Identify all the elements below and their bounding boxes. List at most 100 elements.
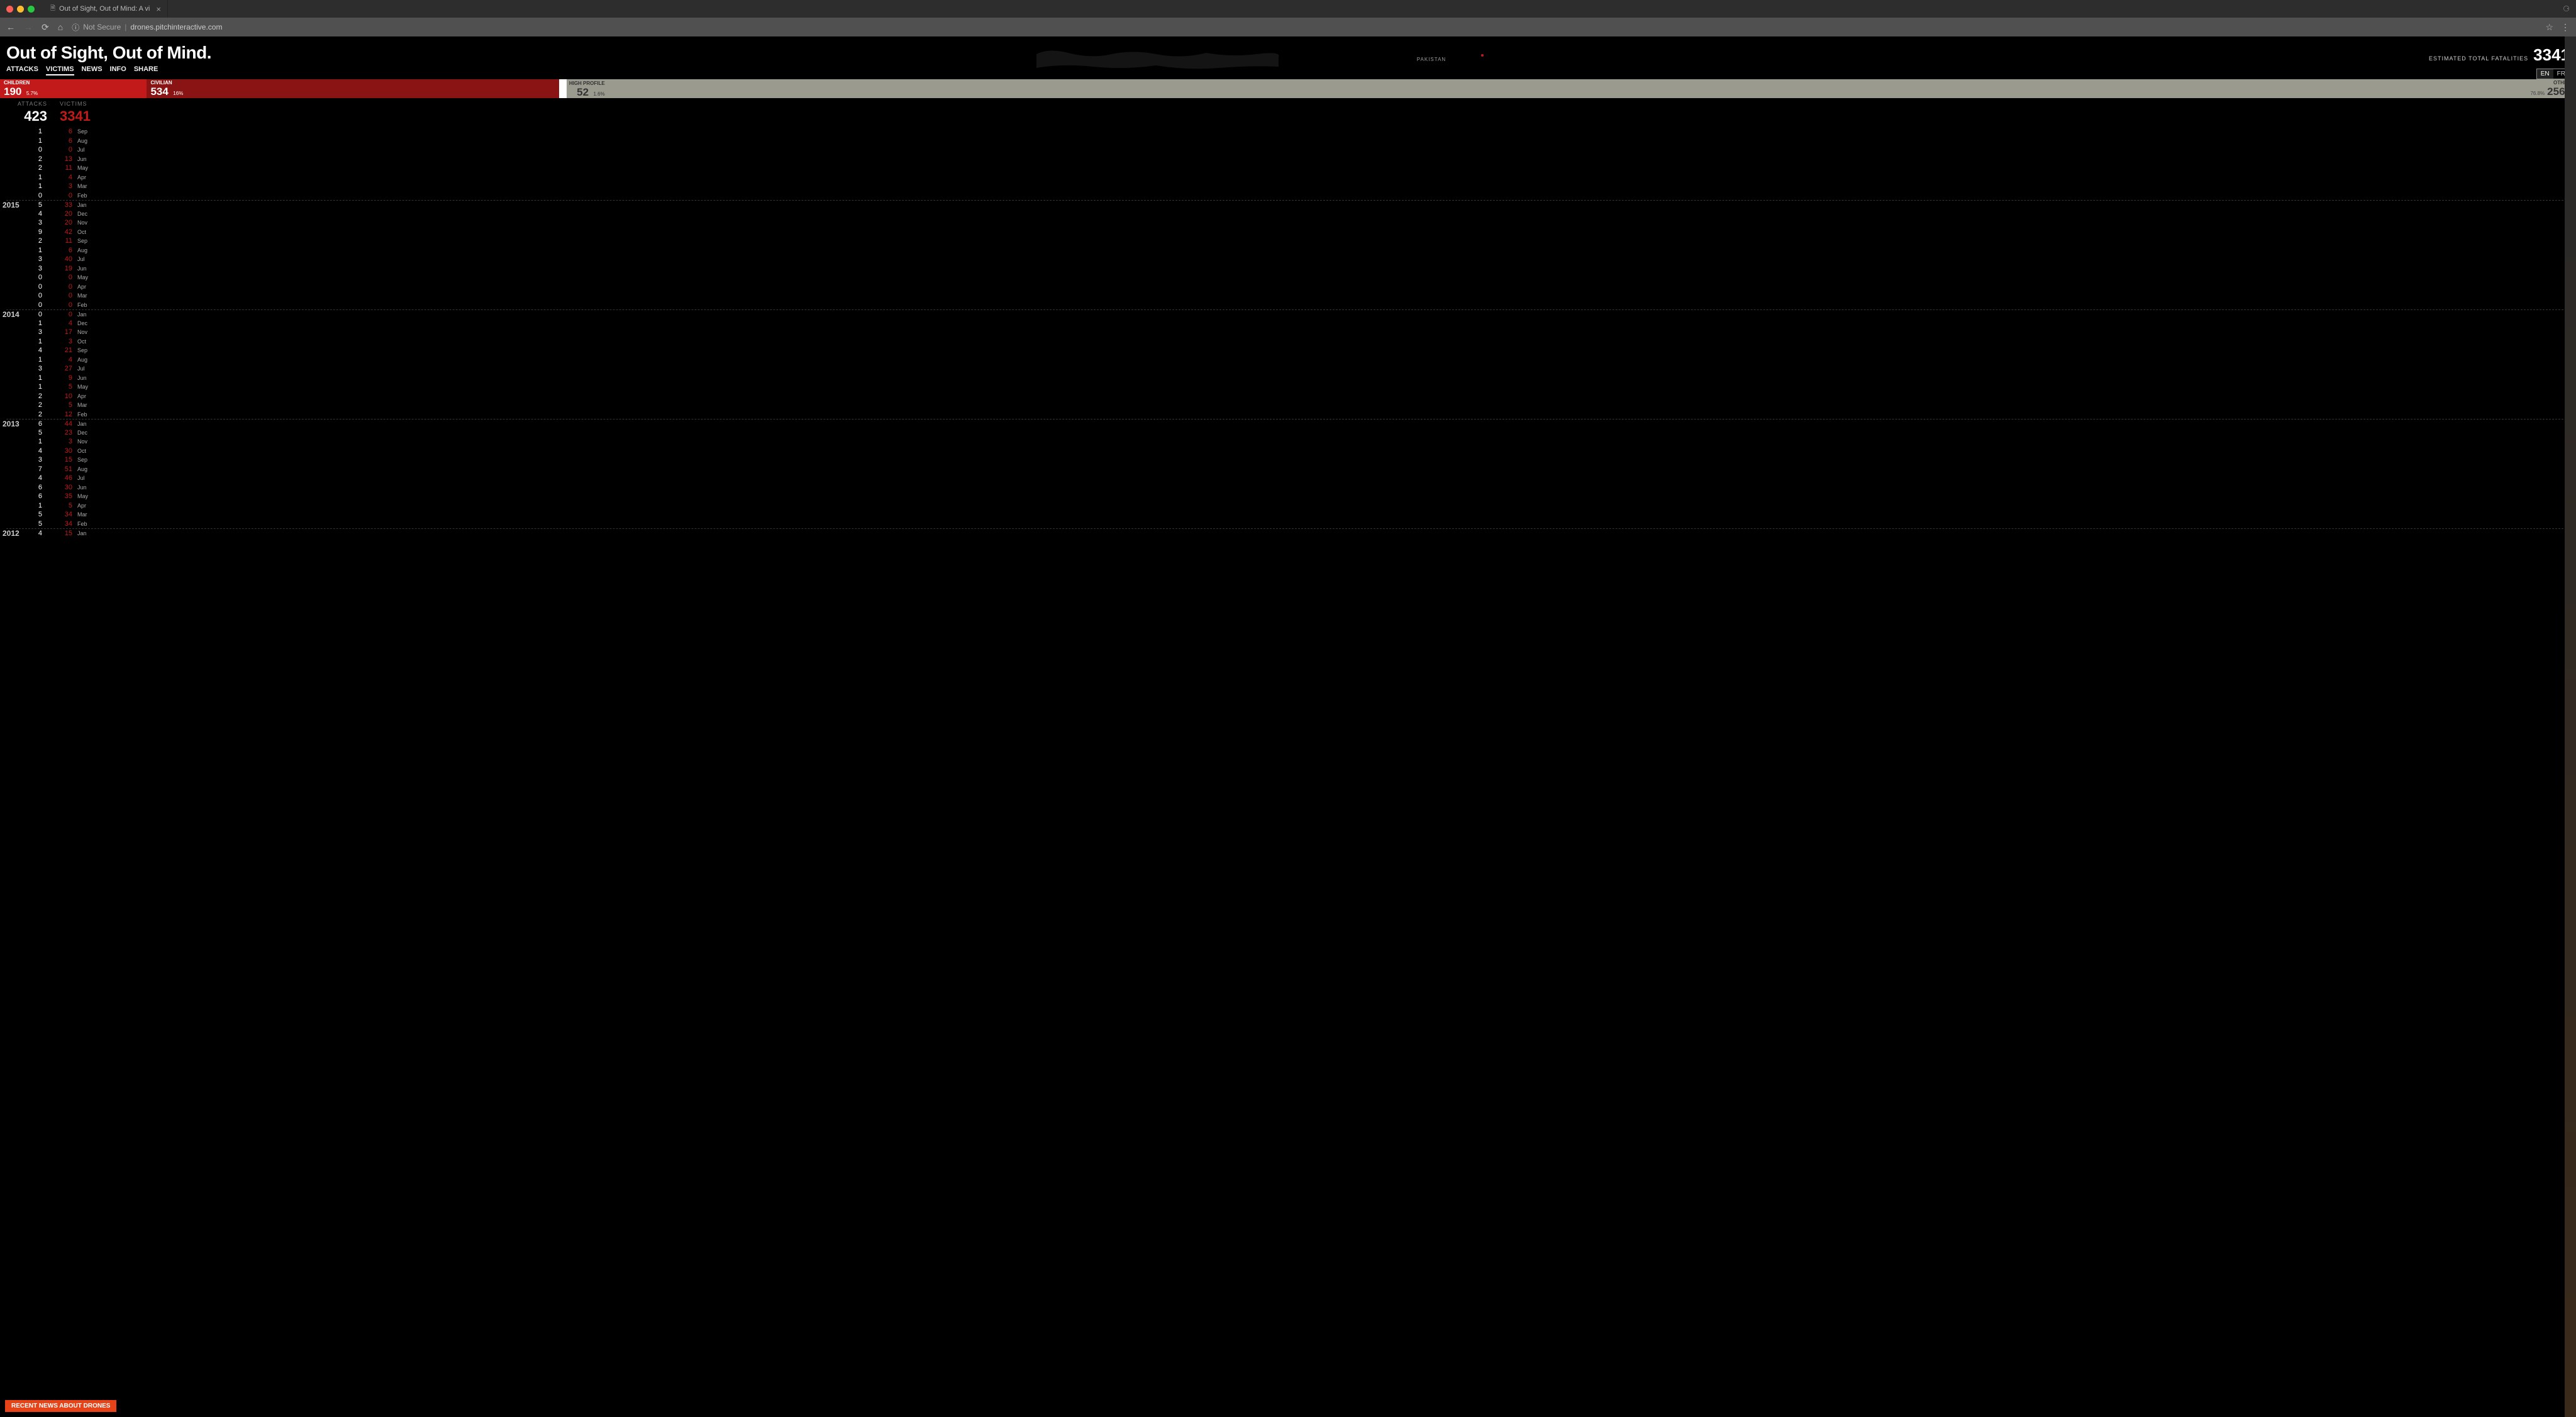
timeline-row[interactable]: 317Nov: [6, 328, 2570, 337]
category-other[interactable]: HIGH PROFILE 52 1.6% OTHER 76.8% 2565: [567, 79, 2576, 98]
timeline-row[interactable]: 327Jul: [6, 364, 2570, 374]
timeline-row[interactable]: 446Jul: [6, 474, 2570, 483]
person-icon: [269, 465, 272, 472]
person-icon: [178, 484, 181, 491]
timeline-row[interactable]: 942Oct: [6, 228, 2570, 237]
person-icon: [186, 228, 189, 235]
news-banner[interactable]: RECENT NEWS ABOUT DRONES: [5, 1400, 116, 1412]
nav-info[interactable]: INFO: [110, 65, 126, 75]
timeline-row[interactable]: 19Jun: [6, 374, 2570, 383]
minimize-window-icon[interactable]: [17, 6, 24, 13]
person-icon: [253, 475, 257, 482]
home-icon[interactable]: ⌂: [58, 22, 63, 32]
reload-icon[interactable]: ⟳: [42, 22, 49, 33]
timeline-row[interactable]: 420Dec: [6, 209, 2570, 219]
timeline-row[interactable]: 16Sep: [6, 127, 2570, 136]
person-icon: [118, 457, 121, 464]
timeline-row[interactable]: 00Jul: [6, 145, 2570, 155]
timeline-row[interactable]: 14Dec: [6, 319, 2570, 328]
timeline-row[interactable]: 315Sep: [6, 455, 2570, 465]
nav-news[interactable]: NEWS: [82, 65, 103, 75]
timeline-row[interactable]: 00Feb: [6, 191, 2570, 201]
person-icon: [129, 484, 132, 491]
close-window-icon[interactable]: [6, 6, 13, 13]
timeline-row[interactable]: 534Feb: [6, 520, 2570, 529]
timeline-row[interactable]: 534Mar: [6, 510, 2570, 520]
back-icon[interactable]: ←: [6, 22, 15, 32]
address-bar[interactable]: ⓘ Not Secure | drones.pitchinteractive.c…: [72, 22, 2536, 33]
person-icon: [159, 256, 162, 263]
timeline-row[interactable]: 430Oct: [6, 447, 2570, 456]
person-icon: [95, 347, 98, 354]
star-icon[interactable]: ☆: [2545, 22, 2553, 33]
category-children[interactable]: CHILDREN 190 5.7%: [0, 79, 147, 98]
person-icon: [99, 338, 102, 345]
person-icon: [118, 429, 121, 436]
timeline-row[interactable]: 15May: [6, 382, 2570, 392]
nav-attacks[interactable]: ATTACKS: [6, 65, 38, 75]
timeline-row[interactable]: 630Jun: [6, 483, 2570, 492]
person-icon: [133, 475, 136, 482]
row-victims: 4: [47, 320, 77, 327]
person-icon: [204, 447, 208, 454]
person-icon: [95, 530, 98, 536]
person-icon: [235, 228, 238, 235]
menu-icon[interactable]: ⋮: [2561, 22, 2570, 33]
maximize-window-icon[interactable]: [28, 6, 35, 13]
timeline-row[interactable]: 14Aug: [6, 355, 2570, 365]
person-icon: [163, 365, 166, 372]
person-icon: [189, 420, 192, 427]
person-icon: [106, 256, 109, 263]
timeline-row[interactable]: 2015533Jan: [6, 200, 2570, 209]
timeline-row[interactable]: 00May: [6, 273, 2570, 282]
timeline-row[interactable]: 2012415Jan: [6, 528, 2570, 538]
lang-en-button[interactable]: EN: [2537, 69, 2553, 79]
timeline-row[interactable]: 13Mar: [6, 182, 2570, 191]
timeline-row[interactable]: 319Jun: [6, 264, 2570, 274]
timeline-row[interactable]: 340Jul: [6, 255, 2570, 264]
timeline-row[interactable]: 211May: [6, 164, 2570, 173]
person-icon: [148, 530, 151, 536]
timeline-row[interactable]: 00Apr: [6, 282, 2570, 292]
timeline-row[interactable]: 13Oct: [6, 337, 2570, 347]
person-icon: [114, 493, 117, 500]
timeline-row[interactable]: 523Dec: [6, 428, 2570, 438]
person-icon: [95, 411, 98, 418]
person-icon: [163, 201, 166, 208]
timeline-row[interactable]: 751Aug: [6, 465, 2570, 474]
timeline-row[interactable]: 213Jun: [6, 155, 2570, 164]
timeline-row[interactable]: 16Aug: [6, 246, 2570, 255]
person-icon: [99, 201, 102, 208]
person-icon: [125, 420, 128, 427]
category-civilian[interactable]: CIVILIAN 534 16%: [147, 79, 558, 98]
timeline-row[interactable]: 635May: [6, 492, 2570, 501]
timeline-row[interactable]: 210Apr: [6, 392, 2570, 401]
browser-tab[interactable]: 🗎 Out of Sight, Out of Mind: A vi ×: [44, 0, 168, 18]
timeline-row[interactable]: 13Nov: [6, 437, 2570, 447]
person-icon: [174, 484, 177, 491]
timeline-row[interactable]: 2013644Jan: [6, 419, 2570, 428]
person-icon: [133, 365, 136, 372]
nav-share[interactable]: SHARE: [134, 65, 158, 75]
timeline-row[interactable]: 00Feb: [6, 301, 2570, 310]
total-victims: 3341: [60, 108, 85, 125]
person-icon: [186, 256, 189, 263]
timeline-row[interactable]: 211Sep: [6, 236, 2570, 246]
close-tab-icon[interactable]: ×: [156, 4, 161, 14]
person-icon: [174, 475, 177, 482]
timeline-row[interactable]: 16Aug: [6, 136, 2570, 146]
person-icon: [174, 520, 177, 527]
timeline-row[interactable]: 15Apr: [6, 501, 2570, 511]
person-icon: [118, 265, 121, 272]
nav-victims[interactable]: VICTIMS: [46, 65, 74, 75]
timeline-row[interactable]: 201400Jan: [6, 309, 2570, 319]
timeline-row[interactable]: 25Mar: [6, 401, 2570, 410]
row-victim-icons: [95, 228, 2570, 235]
timeline-row[interactable]: 00Mar: [6, 291, 2570, 301]
timeline-row[interactable]: 212Feb: [6, 410, 2570, 420]
timeline-row[interactable]: 320Nov: [6, 218, 2570, 228]
person-icon: [219, 256, 223, 263]
row-victim-icons: [95, 155, 2570, 162]
timeline-row[interactable]: 14Apr: [6, 173, 2570, 182]
timeline-row[interactable]: 421Sep: [6, 346, 2570, 355]
